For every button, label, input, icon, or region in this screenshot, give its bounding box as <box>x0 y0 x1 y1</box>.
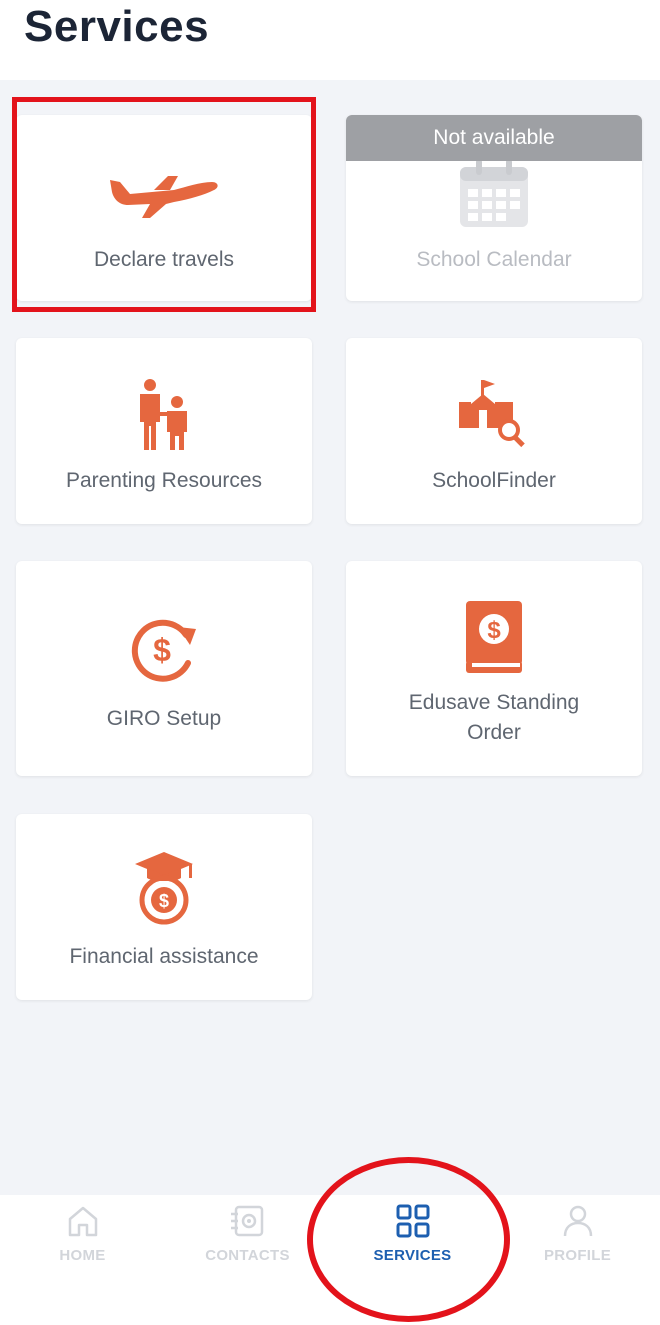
contacts-icon <box>230 1205 263 1237</box>
calendar-icon <box>460 159 528 227</box>
tab-label: HOME <box>59 1247 106 1264</box>
home-icon <box>68 1206 97 1237</box>
tab-label: PROFILE <box>543 1247 612 1264</box>
service-label-line-2: Order <box>467 721 521 744</box>
annotation-highlight-rectangle <box>12 97 316 312</box>
service-card-edusave-standing-order[interactable]: $ Edusave Standing Order <box>346 561 642 776</box>
service-card-giro-setup[interactable]: $ GIRO Setup <box>16 561 312 776</box>
header: Services <box>0 0 660 80</box>
svg-text:$: $ <box>159 891 169 911</box>
parent-child-icon <box>140 379 187 450</box>
tab-label: CONTACTS <box>205 1247 290 1264</box>
graduation-money-bag-icon: $ <box>135 852 193 925</box>
service-card-school-calendar: Not available School Calendar <box>346 115 642 301</box>
school-search-icon <box>459 380 525 448</box>
tab-profile[interactable]: PROFILE <box>495 1195 660 1325</box>
service-card-parenting-resources[interactable]: Parenting Resources <box>16 338 312 524</box>
not-available-badge: Not available <box>346 115 642 161</box>
recurring-dollar-icon: $ <box>131 619 196 682</box>
service-label: School Calendar <box>416 248 572 271</box>
dollar-book-icon: $ <box>466 601 522 673</box>
tab-contacts[interactable]: CONTACTS <box>165 1195 330 1325</box>
annotation-highlight-ellipse <box>307 1157 510 1322</box>
service-label: SchoolFinder <box>432 469 556 492</box>
service-label: Financial assistance <box>69 945 259 968</box>
tab-home[interactable]: HOME <box>0 1195 165 1325</box>
service-label: GIRO Setup <box>106 707 222 730</box>
service-label-line-1: Edusave Standing <box>408 691 580 714</box>
page-title: Services <box>24 2 210 51</box>
service-card-schoolfinder[interactable]: SchoolFinder <box>346 338 642 524</box>
svg-text:$: $ <box>153 632 171 668</box>
person-icon <box>563 1205 592 1237</box>
service-label: Parenting Resources <box>65 469 263 492</box>
svg-text:$: $ <box>487 617 501 644</box>
service-card-financial-assistance[interactable]: $ Financial assistance <box>16 814 312 1000</box>
